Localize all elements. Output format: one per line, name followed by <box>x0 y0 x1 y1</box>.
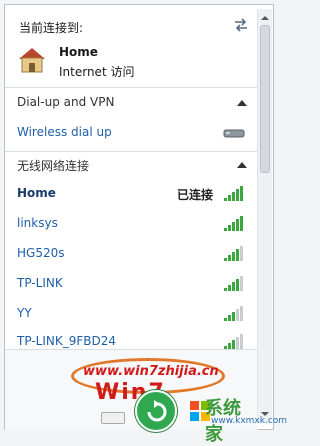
connected-network-status: Internet 访问 <box>59 65 135 79</box>
signal-bar <box>224 318 227 321</box>
current-connection-header: 当前连接到: Home Internet 访问 <box>5 5 273 81</box>
wifi-network-row[interactable]: TP-LINK <box>5 269 257 299</box>
signal-bar <box>240 334 243 349</box>
dialup-connection-label: Wireless dial up <box>17 125 112 139</box>
signal-bar <box>232 340 235 349</box>
chevron-up-icon[interactable] <box>237 161 247 169</box>
chevron-up-icon[interactable] <box>237 99 247 107</box>
wifi-signal-icon <box>224 334 243 349</box>
wifi-signal-icon <box>224 276 243 291</box>
section-label: 无线网络连接 <box>17 159 90 173</box>
brand-url: www.kxmxk.com <box>211 416 288 426</box>
wifi-network-row[interactable]: HG520s <box>5 239 257 269</box>
wifi-signal-icon <box>224 186 243 201</box>
divider <box>5 151 257 152</box>
signal-bar <box>236 279 239 291</box>
signal-bar <box>232 312 235 321</box>
network-flyout: 当前连接到: Home Internet 访问 Dial-up and VPN … <box>4 4 287 445</box>
keyboard-icon <box>101 412 125 424</box>
wifi-network-name: Home <box>17 186 56 200</box>
divider <box>5 87 257 88</box>
wifi-signal-icon <box>224 216 243 231</box>
wifi-network-row[interactable]: Home 已连接 <box>5 179 257 209</box>
signal-bar <box>236 309 239 321</box>
wifi-network-row[interactable]: YY <box>5 299 257 329</box>
section-label: Dial-up and VPN <box>17 95 115 109</box>
wifi-network-row[interactable]: linksys <box>5 209 257 239</box>
wifi-network-name: HG520s <box>17 246 65 260</box>
scroll-up-icon[interactable] <box>260 13 270 23</box>
home-network-icon <box>19 48 45 73</box>
wifi-network-name: TP-LINK <box>17 276 63 290</box>
refresh-logo-icon <box>135 390 177 432</box>
wifi-signal-icon <box>224 246 243 261</box>
signal-bar <box>232 222 235 231</box>
signal-bar <box>240 276 243 291</box>
section-wireless[interactable]: 无线网络连接 <box>5 153 257 177</box>
signal-bar <box>240 246 243 261</box>
signal-bar <box>232 192 235 201</box>
scrollbar-thumb[interactable] <box>260 25 270 173</box>
signal-bar <box>224 288 227 291</box>
signal-bar <box>228 195 231 201</box>
signal-bar <box>232 252 235 261</box>
signal-bar <box>236 219 239 231</box>
modem-icon <box>223 129 245 138</box>
section-dialup-vpn[interactable]: Dial-up and VPN <box>5 91 257 115</box>
watermark-url: www.win7zhijia.cn <box>83 364 219 379</box>
signal-bar <box>224 228 227 231</box>
refresh-icon[interactable] <box>231 15 251 35</box>
wifi-network-name: linksys <box>17 216 58 230</box>
header-title: 当前连接到: <box>19 21 84 35</box>
signal-bar <box>240 216 243 231</box>
signal-bar <box>240 306 243 321</box>
wifi-network-name: TP-LINK_9FBD24 <box>17 334 116 348</box>
scrollbar[interactable] <box>257 9 272 423</box>
wifi-signal-icon <box>224 306 243 321</box>
footer-area: www.win7zhijia.cn Win7 系统家 www.kxmxk.com <box>5 349 287 445</box>
signal-bar <box>236 189 239 201</box>
signal-bar <box>224 258 227 261</box>
signal-bar <box>232 282 235 291</box>
signal-bar <box>224 198 227 201</box>
signal-bar <box>228 285 231 291</box>
connected-network-name: Home <box>59 45 98 59</box>
connection-status-label: 已连接 <box>177 188 214 202</box>
signal-bar <box>228 255 231 261</box>
wifi-network-name: YY <box>17 306 32 320</box>
signal-bar <box>240 186 243 201</box>
signal-bar <box>236 337 239 349</box>
signal-bar <box>228 315 231 321</box>
signal-bar <box>228 225 231 231</box>
signal-bar <box>236 249 239 261</box>
list-item-wireless-dial-up[interactable]: Wireless dial up <box>5 119 257 145</box>
